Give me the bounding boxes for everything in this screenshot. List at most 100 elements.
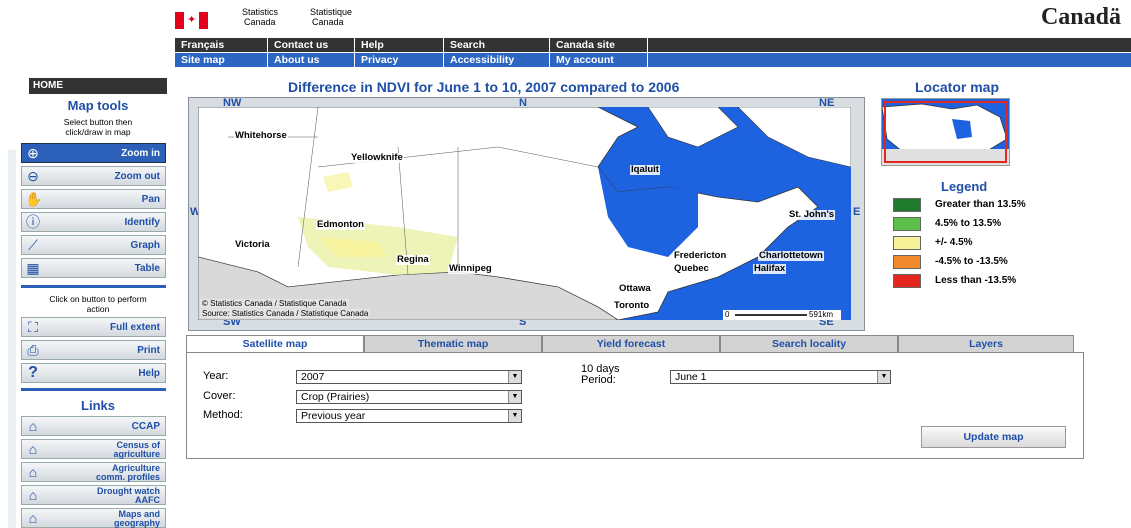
chevron-down-icon: ▼ [508,410,521,422]
link-ccap[interactable]: ⌂ CCAP [21,416,166,436]
nav-privacy[interactable]: Privacy [355,53,444,67]
link-profiles-line2: comm. profiles [95,472,160,482]
help-label: Help [138,368,160,379]
chevron-down-icon: ▼ [508,391,521,403]
pan-label: Pan [141,194,160,205]
link-agriculture-profiles[interactable]: ⌂ Agriculture comm. profiles [21,462,166,482]
house-icon: ⌂ [28,418,38,434]
city-label: Iqaluit [630,164,660,175]
period-label-line2: Period: [581,374,616,386]
legend-swatch [893,217,921,231]
legend-swatch [893,274,921,288]
nav-site-map[interactable]: Site map [175,53,268,67]
city-label: Edmonton [316,219,365,230]
locator-map[interactable] [881,98,1010,166]
method-select[interactable]: Previous year ▼ [296,409,522,423]
agency-fr-line1: Statistique [310,7,353,17]
scale-end-label: 591km [809,310,834,319]
tab-yield-forecast[interactable]: Yield forecast [542,335,720,352]
top-nav-row1: Français Contact us Help Search Canada s… [175,38,1131,52]
legend-label: -4.5% to -13.5% [935,256,1008,267]
year-select[interactable]: 2007 ▼ [296,370,522,384]
city-label: Victoria [234,239,271,250]
link-maps-and-geography[interactable]: ⌂ Maps and geography [21,508,166,528]
info-icon: ⓘ [26,214,40,230]
nav-canada-site[interactable]: Canada site [550,38,648,52]
nav-contact-us[interactable]: Contact us [268,38,355,52]
nav-search[interactable]: Search [444,38,550,52]
tab-search-locality[interactable]: Search locality [720,335,898,352]
update-map-button[interactable]: Update map [921,426,1066,448]
house-icon: ⌂ [28,510,38,526]
nav-about-us[interactable]: About us [268,53,355,67]
city-label: Ottawa [618,283,652,294]
link-ccap-label: CCAP [131,421,160,432]
map-source: Source: Statistics Canada / Statistique … [200,309,371,318]
city-label: Halifax [753,263,787,274]
map-title: Difference in NDVI for June 1 to 10, 200… [288,79,680,95]
nav-my-account[interactable]: My account [550,53,648,67]
tab-thematic-map[interactable]: Thematic map [364,335,542,352]
chevron-down-icon: ▼ [508,371,521,383]
house-icon: ⌂ [28,441,38,457]
city-label: Charlottetown [758,250,824,261]
locator-map-title: Locator map [915,79,1000,95]
pan-button[interactable]: ✋ Pan [21,189,166,209]
help-button[interactable]: ? Help [21,363,166,383]
link-maps-label: Maps and geography [114,510,160,528]
graph-button[interactable]: ⟋ Graph [21,235,166,255]
year-label: Year: [203,370,229,382]
map-tools-title: Map tools [67,98,129,113]
link-drought-line2: AAFC [135,495,160,505]
map-tools-note: Select button then click/draw in map [29,117,167,137]
print-button[interactable]: ⎙ Print [21,340,166,360]
action-note-line2: action [86,304,110,314]
full-extent-label: Full extent [109,322,160,333]
link-census-of-agriculture[interactable]: ⌂ Census of agriculture [21,439,166,459]
nav-accessibility[interactable]: Accessibility [444,53,550,67]
home-link[interactable]: HOME [29,78,167,94]
agency-name-en: Statistics Canada [242,7,278,27]
print-label: Print [137,345,160,356]
zoom-in-button[interactable]: ⊕ Zoom in [21,143,166,163]
map-tools-note-line1: Select button then [63,117,133,127]
zoom-out-label: Zoom out [114,171,160,182]
nav-francais[interactable]: Français [175,38,268,52]
link-drought-watch[interactable]: ⌂ Drought watch AAFC [21,485,166,505]
links-title: Links [81,398,115,413]
legend-swatch [893,255,921,269]
cover-label: Cover: [203,390,236,402]
graph-icon: ⟋ [28,237,38,253]
ndvi-map[interactable]: Whitehorse Yellowknife Iqaluit Edmonton … [198,107,851,320]
tab-satellite-map[interactable]: Satellite map [186,335,364,353]
agency-fr-line2: Canada [312,17,344,27]
table-icon: ▦ [26,260,40,276]
map-copyright: © Statistics Canada / Statistique Canada [200,299,349,308]
identify-button[interactable]: ⓘ Identify [21,212,166,232]
legend-swatch [893,198,921,212]
cover-select-value: Crop (Prairies) [301,391,370,403]
scale-line [735,314,807,316]
method-select-value: Previous year [301,410,366,422]
left-margin-bar [8,150,16,528]
city-label: Quebec [673,263,710,274]
table-label: Table [134,263,160,274]
nav-help[interactable]: Help [355,38,444,52]
table-button[interactable]: ▦ Table [21,258,166,278]
cover-select[interactable]: Crop (Prairies) ▼ [296,390,522,404]
tab-layers[interactable]: Layers [898,335,1074,352]
period-select-value: June 1 [675,371,707,383]
question-icon: ? [28,364,38,381]
link-profiles-label: Agriculture comm. profiles [96,464,160,482]
scale-bar: 0 591km [723,310,841,320]
hand-icon: ✋ [25,191,43,207]
period-select[interactable]: June 1 ▼ [670,370,891,384]
zoom-in-label: Zoom in [121,148,160,159]
link-census-line2: agriculture [113,449,160,459]
legend-label: +/- 4.5% [935,237,973,248]
full-extent-button[interactable]: ⛶ Full extent [21,317,166,337]
pan-e-button[interactable]: E [853,206,860,218]
zoom-out-button[interactable]: ⊖ Zoom out [21,166,166,186]
identify-label: Identify [124,217,160,228]
city-label: St. John's [788,209,836,220]
